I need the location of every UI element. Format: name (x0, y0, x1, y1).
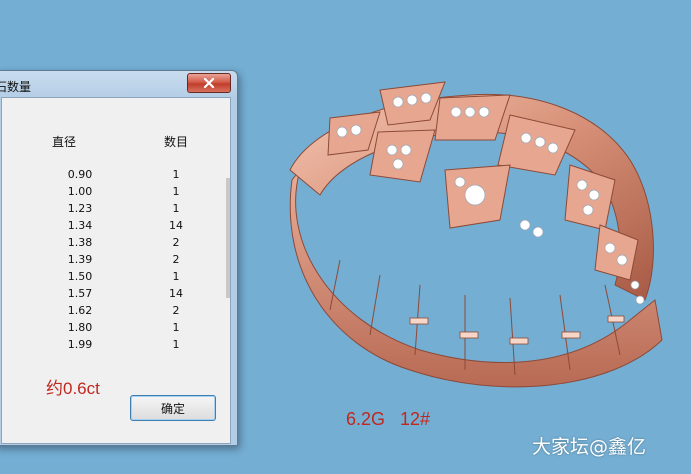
row-diameter: 1.39 (67, 253, 93, 266)
ok-button[interactable]: 确定 (130, 395, 216, 421)
row-diameter: 1.99 (67, 338, 93, 351)
row-diameter: 0.90 (67, 168, 93, 181)
ring-weight-size-caption: 6.2G 12# (346, 409, 431, 429)
row-diameter: 1.23 (67, 202, 93, 215)
dialog-client-area: 直径 数目 0.90 1 1.00 1 1.23 1 1.34 14 1.38 2 1.39 2 1.5… (1, 97, 231, 444)
row-diameter: 1.38 (67, 236, 93, 249)
row-count: 2 (172, 253, 180, 266)
close-icon (203, 78, 215, 88)
row-diameter: 1.50 (67, 270, 93, 283)
row-diameter: 1.57 (67, 287, 93, 300)
row-count: 1 (172, 321, 180, 334)
row-diameter: 1.80 (67, 321, 93, 334)
serpent-ring-icon (289, 81, 663, 388)
row-count: 1 (172, 338, 180, 351)
row-count: 1 (172, 270, 180, 283)
row-count: 1 (172, 202, 180, 215)
row-count: 1 (172, 168, 180, 181)
total-carat-note: 约0.6ct (46, 379, 100, 398)
stone-count-dialog: 石数量 直径 数目 0.90 1 1.00 1 1.23 1 1.34 14 1.38 2 1.39… (0, 70, 238, 446)
dialog-title: 石数量 (0, 80, 32, 94)
watermark: 大家坛@鑫亿 (532, 436, 647, 458)
row-count: 1 (172, 185, 180, 198)
row-count: 2 (172, 236, 180, 249)
close-button[interactable] (187, 73, 231, 93)
header-diameter: 直径 (52, 135, 77, 149)
dialog-titlebar[interactable]: 石数量 (0, 71, 237, 99)
row-diameter: 1.00 (67, 185, 93, 198)
row-count: 2 (172, 304, 180, 317)
row-count: 14 (169, 219, 183, 232)
header-count: 数目 (164, 135, 189, 149)
row-count: 14 (169, 287, 183, 300)
row-diameter: 1.62 (67, 304, 93, 317)
row-diameter: 1.34 (67, 219, 93, 232)
scrollbar[interactable] (226, 178, 230, 298)
